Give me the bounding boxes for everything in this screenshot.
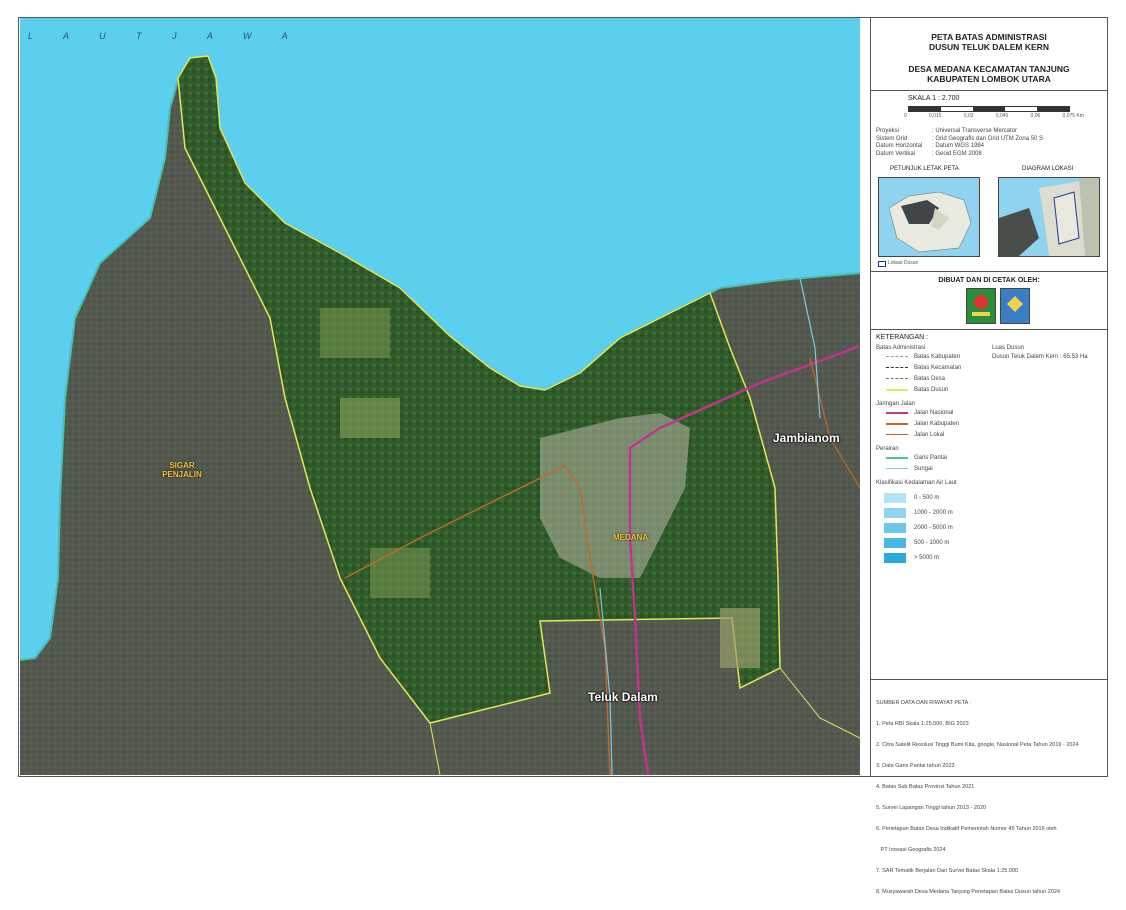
legend-admin-item: Batas Kecamatan (876, 362, 994, 373)
legend-block: KETERANGAN : Batas Administrasi Batas Ka… (870, 329, 1108, 679)
place-label-jambianom: Jambianom (773, 431, 840, 445)
sources-title: SUMBER DATA DAN RIWAYAT PETA : (876, 700, 972, 706)
projection-info: Proyeksi: Universal Transverse Mercator … (876, 128, 1044, 157)
source-item: 6. Penetapan Batas Desa Indikatif Pemeri… (876, 826, 1057, 832)
legend-water-item: Sungai (876, 463, 994, 474)
maker-block: DIBUAT DAN DI CETAK OLEH: (870, 271, 1108, 329)
sources-block: SUMBER DATA DAN RIWAYAT PETA : 1. Peta R… (870, 679, 1108, 895)
legend-road-item: Jalan Nasional (876, 407, 994, 418)
inset-location-diagram (998, 177, 1100, 257)
source-item: 8. Musyawarah Desa Medana Tanjung Peneta… (876, 889, 1060, 895)
title-line2: DUSUN TELUK DALEM KERN (929, 42, 1049, 52)
sea-label: L A U T J A W A (28, 31, 302, 41)
place-label-teluk-dalam: Teluk Dalam (588, 690, 658, 704)
inset-left-title: PETUNJUK LETAK PETA (890, 166, 959, 172)
legend-admin-item: Batas Desa (876, 373, 994, 384)
legend-area-title: Luas Dusun (992, 345, 1025, 351)
village-logo-icon (1000, 288, 1030, 324)
inset-block: PETUNJUK LETAK PETA DIAGRAM LOKASI Lokas… (870, 163, 1108, 273)
legend-area-value: Dusun Teluk Dalem Kern : 65.53 Ha (992, 354, 1088, 360)
scale-label: SKALA 1 : 2.700 (908, 95, 960, 102)
inset-legend-swatch (878, 261, 886, 267)
legend-depth-item: > 5000 m (876, 550, 994, 565)
source-item: 1. Peta RBI Skala 1:25.000, BIG 2023 (876, 721, 969, 727)
legend-admin-item: Batas Kabupaten (876, 351, 994, 362)
source-item: 3. Data Garis Pantai tahun 2023 (876, 763, 955, 769)
source-item: 2. Citra Satelit Resolusi Tinggi Bumi Ki… (876, 742, 1079, 748)
legend-panel: PETA BATAS ADMINISTRASI DUSUN TELUK DALE… (870, 18, 1108, 895)
legend-depth-item: 1000 - 2000 m (876, 505, 994, 520)
place-label-sigar-penjalin: SIGAR PENJALIN (162, 461, 202, 479)
title-line3: DESA MEDANA KECAMATAN TANJUNG (908, 64, 1070, 74)
legend-depth-item: 2000 - 5000 m (876, 520, 994, 535)
map-canvas[interactable] (20, 18, 860, 775)
title-line1: PETA BATAS ADMINISTRASI (931, 32, 1047, 42)
legend-road-item: Jalan Kabupaten (876, 418, 994, 429)
legend-road-item: Jalan Lokal (876, 429, 994, 440)
satellite-map (20, 18, 860, 775)
scale-bar (908, 106, 1070, 112)
source-item: 5. Survei Lapangan Tinggi tahun 2013 - 2… (876, 805, 987, 811)
legend-depth-item: 500 - 1000 m (876, 535, 994, 550)
field (340, 398, 400, 438)
inset-right-title: DIAGRAM LOKASI (1022, 166, 1074, 172)
scale-ticks: 0 0,015 0,03 0,045 0,06 0,075 Km (904, 113, 1084, 119)
place-label-medana: MEDANA (613, 533, 649, 542)
legend-water-item: Garis Pantai (876, 452, 994, 463)
regency-logo-icon (966, 288, 996, 324)
source-item: 4. Batas Sub Batas Provinsi Tahun 2021 (876, 784, 975, 790)
source-item: PT Inovasi Geografis 2024 (876, 847, 946, 853)
field (370, 548, 430, 598)
legend-depth-title: Klasifikasi Kedalaman Air Laut (876, 480, 957, 486)
source-item: 7. SAR Tematik Berjalan Dari Survei Bata… (876, 868, 1019, 874)
inset-locator-map (878, 177, 980, 257)
inset-legend-note: Lokasi Dusun (888, 260, 919, 266)
field (720, 608, 760, 668)
maker-title: DIBUAT DAN DI CETAK OLEH: (938, 277, 1040, 284)
title-line4: KABUPATEN LOMBOK UTARA (927, 74, 1051, 84)
legend-title: KETERANGAN : (876, 334, 929, 341)
legend-depth-item: 0 - 500 m (876, 490, 994, 505)
field (320, 308, 390, 358)
legend-admin-item: Batas Dusun (876, 384, 994, 395)
